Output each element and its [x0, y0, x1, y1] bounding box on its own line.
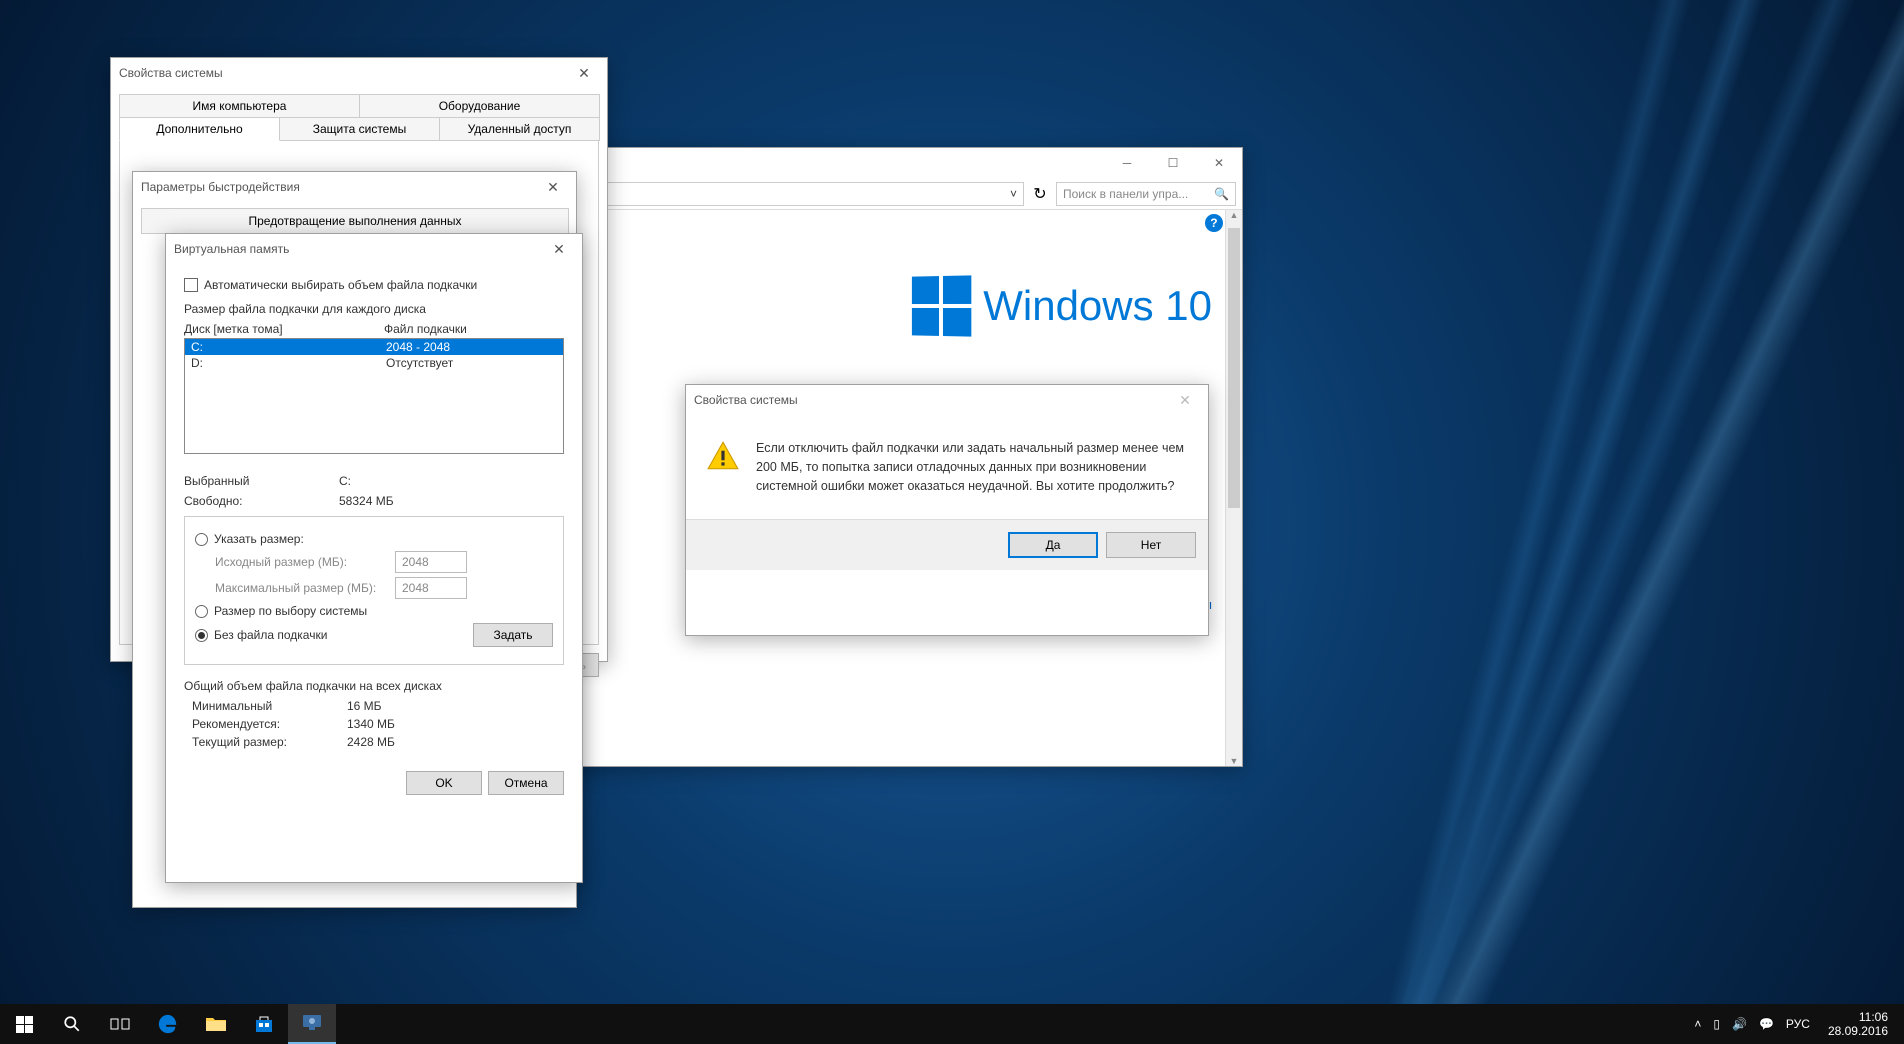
- selected-drive-frame: ВыбранныйC: Свободно:58324 МБ: [184, 462, 564, 508]
- rec-label: Рекомендуется:: [192, 717, 347, 731]
- volume-icon[interactable]: 🔊: [1732, 1017, 1747, 1031]
- column-drive: Диск [метка тома]: [184, 322, 384, 336]
- language-indicator[interactable]: РУС: [1786, 1017, 1810, 1031]
- titlebar[interactable]: Параметры быстродействия ✕: [133, 172, 576, 202]
- free-label: Свободно:: [184, 494, 339, 508]
- custom-size-label: Указать размер:: [214, 532, 304, 546]
- search-button[interactable]: [48, 1004, 96, 1044]
- cancel-button[interactable]: Отмена: [488, 771, 564, 795]
- close-button[interactable]: ✕: [1196, 148, 1242, 178]
- yes-button[interactable]: Да: [1008, 532, 1098, 558]
- search-placeholder: Поиск в панели упра...: [1063, 187, 1188, 201]
- clock[interactable]: 11:06 28.09.2016: [1822, 1010, 1894, 1039]
- search-input[interactable]: Поиск в панели упра... 🔍: [1056, 182, 1236, 206]
- help-icon[interactable]: ?: [1205, 214, 1223, 232]
- drive-pagefile: 2048 - 2048: [386, 340, 557, 354]
- selected-label: Выбранный: [184, 474, 339, 488]
- monitor-icon: [301, 1012, 323, 1034]
- titlebar[interactable]: Свойства системы ✕: [686, 385, 1208, 415]
- store-icon: [254, 1014, 274, 1034]
- explorer-button[interactable]: [192, 1004, 240, 1044]
- store-button[interactable]: [240, 1004, 288, 1044]
- max-size-input[interactable]: [395, 577, 467, 599]
- size-options-frame: Указать размер: Исходный размер (МБ): Ма…: [184, 516, 564, 665]
- edge-icon: [157, 1013, 179, 1035]
- cur-value: 2428 МБ: [347, 735, 395, 749]
- tab-dep[interactable]: Предотвращение выполнения данных: [141, 208, 569, 234]
- rec-value: 1340 МБ: [347, 717, 395, 731]
- drive-pagefile: Отсутствует: [386, 356, 557, 370]
- tab-hardware[interactable]: Оборудование: [359, 94, 600, 118]
- titlebar[interactable]: Свойства системы ✕: [111, 58, 607, 88]
- auto-manage-checkbox[interactable]: [184, 278, 198, 292]
- warning-icon: [706, 439, 740, 473]
- drive-row[interactable]: D: Отсутствует: [185, 355, 563, 371]
- search-icon: [63, 1015, 81, 1033]
- close-icon[interactable]: ✕: [544, 241, 574, 258]
- dialog-title: Параметры быстродействия: [141, 180, 538, 194]
- taskbar-app-active[interactable]: [288, 1004, 336, 1044]
- close-icon[interactable]: ✕: [569, 65, 599, 82]
- tab-advanced[interactable]: Дополнительно: [119, 117, 280, 141]
- system-managed-radio[interactable]: [195, 605, 208, 618]
- refresh-button[interactable]: ↻: [1028, 184, 1052, 204]
- tab-remote[interactable]: Удаленный доступ: [439, 117, 600, 141]
- initial-size-label: Исходный размер (МБ):: [215, 555, 385, 569]
- clock-date: 28.09.2016: [1828, 1024, 1888, 1038]
- drive-list-caption: Размер файла подкачки для каждого диска: [184, 302, 564, 316]
- tray-chevron-icon[interactable]: ˄: [1694, 1017, 1701, 1031]
- titlebar[interactable]: Виртуальная память ✕: [166, 234, 582, 264]
- search-icon[interactable]: 🔍: [1214, 187, 1229, 201]
- min-value: 16 МБ: [347, 699, 382, 713]
- dialog-title: Свойства системы: [694, 393, 1170, 407]
- close-icon[interactable]: ✕: [1170, 392, 1200, 409]
- drive-row[interactable]: C: 2048 - 2048: [185, 339, 563, 355]
- confirmation-dialog: Свойства системы ✕ Если отключить файл п…: [685, 384, 1209, 636]
- windows-logo-text: Windows 10: [983, 282, 1212, 330]
- start-button[interactable]: [0, 1004, 48, 1044]
- dialog-title: Виртуальная память: [174, 242, 544, 256]
- dropdown-icon[interactable]: ˅: [1010, 187, 1017, 201]
- maximize-button[interactable]: ☐: [1150, 148, 1196, 178]
- scrollbar[interactable]: ▲ ▼: [1225, 210, 1242, 766]
- tab-computer-name[interactable]: Имя компьютера: [119, 94, 360, 118]
- close-icon[interactable]: ✕: [538, 179, 568, 196]
- clock-time: 11:06: [1828, 1010, 1888, 1024]
- drive-name: C:: [191, 340, 386, 354]
- system-managed-label: Размер по выбору системы: [214, 604, 367, 618]
- drive-list[interactable]: C: 2048 - 2048 D: Отсутствует: [184, 338, 564, 454]
- message-text: Если отключить файл подкачки или задать …: [756, 439, 1188, 495]
- scrollbar-thumb[interactable]: [1228, 228, 1240, 508]
- column-pagefile: Файл подкачки: [384, 322, 564, 336]
- custom-size-radio[interactable]: [195, 533, 208, 546]
- set-button[interactable]: Задать: [473, 623, 553, 647]
- cur-label: Текущий размер:: [192, 735, 347, 749]
- tab-system-protection[interactable]: Защита системы: [279, 117, 440, 141]
- taskbar[interactable]: ˄ ▯ 🔊 💬 РУС 11:06 28.09.2016: [0, 1004, 1904, 1044]
- drive-name: D:: [191, 356, 386, 370]
- no-button[interactable]: Нет: [1106, 532, 1196, 558]
- max-size-label: Максимальный размер (МБ):: [215, 581, 385, 595]
- folder-icon: [205, 1015, 227, 1033]
- task-view-icon: [110, 1016, 130, 1032]
- network-icon[interactable]: ▯: [1713, 1017, 1720, 1031]
- dialog-title: Свойства системы: [119, 66, 569, 80]
- virtual-memory-dialog: Виртуальная память ✕ Автоматически выбир…: [165, 233, 583, 883]
- system-tray[interactable]: ˄ ▯ 🔊 💬 РУС 11:06 28.09.2016: [1684, 1010, 1904, 1039]
- ok-button[interactable]: OK: [406, 771, 482, 795]
- initial-size-input[interactable]: [395, 551, 467, 573]
- auto-manage-label: Автоматически выбирать объем файла подка…: [204, 278, 477, 292]
- no-pagefile-radio[interactable]: [195, 629, 208, 642]
- selected-drive: C:: [339, 474, 351, 488]
- windows-logo: Windows 10: [911, 276, 1212, 336]
- free-value: 58324 МБ: [339, 494, 394, 508]
- min-label: Минимальный: [192, 699, 347, 713]
- edge-button[interactable]: [144, 1004, 192, 1044]
- action-center-icon[interactable]: 💬: [1759, 1017, 1774, 1031]
- task-view-button[interactable]: [96, 1004, 144, 1044]
- no-pagefile-label: Без файла подкачки: [214, 628, 327, 642]
- minimize-button[interactable]: ─: [1104, 148, 1150, 178]
- total-pagefile-label: Общий объем файла подкачки на всех диска…: [184, 679, 564, 693]
